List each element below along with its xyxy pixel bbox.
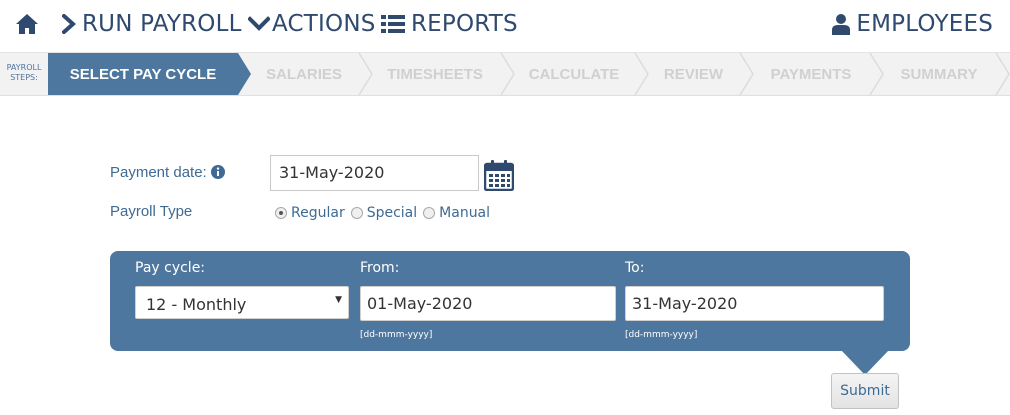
from-date-format-hint: [dd-mmm-yyyy] — [360, 330, 433, 340]
chevron-right-icon — [62, 14, 76, 34]
actions-label: ACTIONS — [272, 11, 376, 37]
step-calculate[interactable]: CALCULATE — [515, 53, 633, 95]
calendar-icon[interactable] — [483, 159, 515, 195]
payroll-type-label: Payroll Type — [110, 203, 193, 220]
payment-date-label-row: Payment date: — [110, 164, 225, 183]
payment-date-label: Payment date: — [110, 164, 207, 181]
to-date-input[interactable]: 31-May-2020 — [625, 286, 884, 321]
reports-label: REPORTS — [411, 11, 518, 37]
home-button[interactable] — [15, 9, 39, 39]
to-label: To: — [625, 260, 645, 276]
from-label: From: — [360, 260, 400, 276]
payroll-type-manual-radio[interactable]: Manual — [423, 205, 490, 221]
info-icon[interactable] — [210, 165, 225, 183]
step-timesheets[interactable]: TIMESHEETS — [373, 53, 497, 95]
payroll-steps-bar: PAYROLL STEPS: SELECT PAY CYCLE SALARIES… — [0, 52, 1010, 96]
payment-date-input[interactable]: 31-May-2020 — [270, 155, 479, 191]
pay-cycle-selected-value: 12 - Monthly — [146, 295, 247, 314]
payroll-type-regular-radio[interactable]: Regular — [275, 205, 345, 221]
pay-cycle-label: Pay cycle: — [135, 260, 206, 276]
to-date-format-hint: [dd-mmm-yyyy] — [625, 330, 698, 340]
step-select-pay-cycle[interactable]: SELECT PAY CYCLE — [48, 53, 238, 95]
reports-menu[interactable]: REPORTS — [381, 9, 518, 39]
radio-checked-icon — [275, 207, 287, 219]
list-icon — [381, 14, 405, 34]
step-summary[interactable]: SUMMARY — [884, 53, 994, 95]
employees-menu[interactable]: EMPLOYEES — [832, 9, 993, 39]
submit-button[interactable]: Submit — [831, 373, 899, 409]
home-icon — [15, 13, 39, 35]
step-review[interactable]: REVIEW — [649, 53, 738, 95]
actions-menu[interactable]: ACTIONS — [248, 9, 376, 39]
chevron-down-icon — [248, 16, 270, 32]
employees-label: EMPLOYEES — [856, 11, 993, 37]
step-payments[interactable]: PAYMENTS — [754, 53, 868, 95]
payroll-type-special-radio[interactable]: Special — [350, 205, 417, 221]
run-payroll-menu[interactable]: RUN PAYROLL — [62, 9, 242, 39]
user-icon — [832, 13, 851, 35]
radio-unchecked-icon — [423, 207, 436, 219]
pay-cycle-select[interactable]: 12 - Monthly ▼ — [135, 286, 349, 319]
payroll-type-radio-group: Regular Special Manual — [275, 203, 496, 223]
radio-unchecked-icon — [350, 207, 363, 219]
from-date-input[interactable]: 01-May-2020 — [360, 286, 616, 321]
step-salaries[interactable]: SALARIES — [252, 53, 356, 95]
top-navigation: RUN PAYROLL ACTIONS REPORTS EMPLOYEES — [0, 0, 1010, 48]
run-payroll-label: RUN PAYROLL — [82, 11, 242, 37]
caret-down-icon: ▼ — [335, 295, 342, 305]
